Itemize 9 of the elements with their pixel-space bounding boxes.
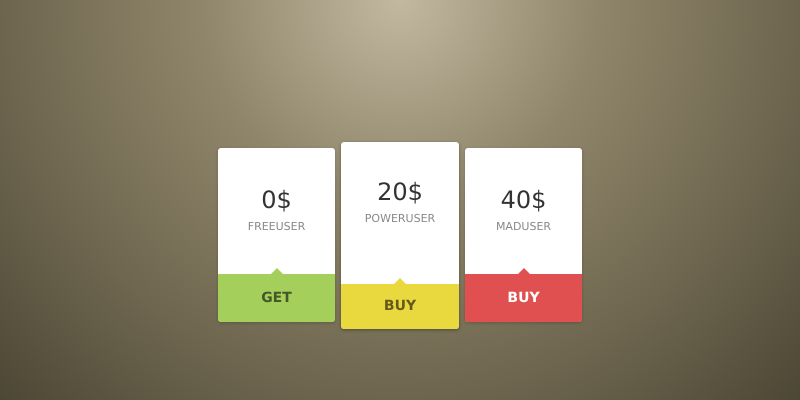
plan-price: 0$ (261, 186, 292, 214)
plan-name: FREEUSER (248, 220, 306, 233)
plan-button[interactable]: BUY (465, 268, 582, 322)
plan-price: 40$ (500, 186, 546, 214)
plan-name: POWERUSER (364, 212, 436, 224)
plan-price: 20$ (377, 178, 423, 206)
plan-button[interactable]: GET (218, 268, 335, 322)
plan-name: MADUSER (496, 220, 552, 233)
plan-button[interactable]: BUY (341, 278, 459, 328)
